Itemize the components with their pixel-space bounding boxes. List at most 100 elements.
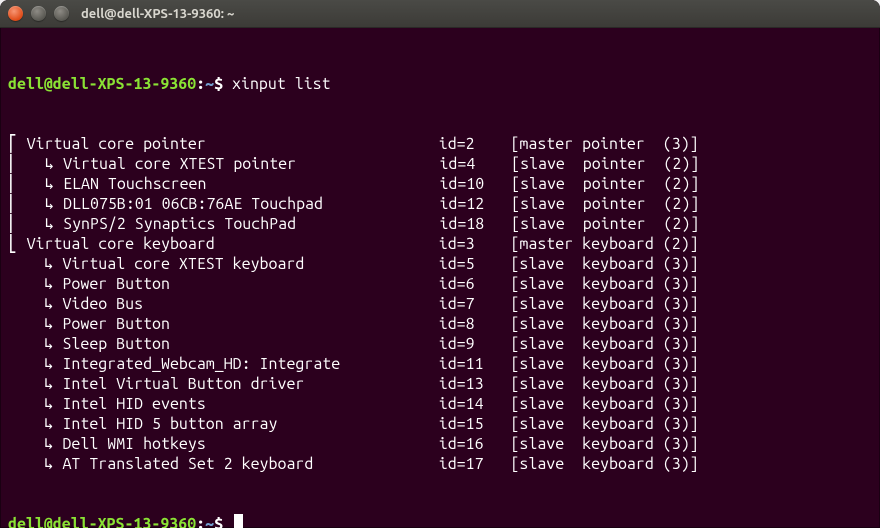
device-row: ↳ Intel HID events id=14 [slave keyboard… xyxy=(8,394,872,414)
device-name: Power Button xyxy=(62,314,438,334)
titlebar: dell@dell-XPS-13-9360: ~ xyxy=(0,0,880,28)
device-meta: [slave keyboard (3)] xyxy=(510,414,698,434)
terminal-window: dell@dell-XPS-13-9360: ~ dell@dell-XPS-1… xyxy=(0,0,880,528)
device-meta: [slave keyboard (3)] xyxy=(510,374,698,394)
device-meta: [slave keyboard (3)] xyxy=(510,394,698,414)
minimize-icon[interactable] xyxy=(31,6,46,21)
device-row: ⎜ ↳ ELAN Touchscreen id=10 [slave pointe… xyxy=(8,174,872,194)
device-name: Power Button xyxy=(62,274,438,294)
cursor-icon xyxy=(234,514,243,528)
device-id: id=17 xyxy=(439,454,511,474)
prompt-path: ~ xyxy=(205,75,214,93)
device-meta: [slave pointer (2)] xyxy=(511,194,699,214)
device-name: Dell WMI hotkeys xyxy=(62,434,438,454)
device-meta: [slave keyboard (3)] xyxy=(510,274,698,294)
device-meta: [master keyboard (2)] xyxy=(510,234,698,254)
device-name: Intel HID 5 button array xyxy=(62,414,438,434)
device-id: id=13 xyxy=(439,374,511,394)
device-name: Intel Virtual Button driver xyxy=(62,374,438,394)
device-meta: [slave keyboard (3)] xyxy=(510,354,698,374)
tree-glyph: ⎜ ↳ xyxy=(8,154,63,174)
tree-glyph: ⎡ xyxy=(8,134,27,154)
prompt-sep: : xyxy=(196,75,205,93)
tree-glyph: ↳ xyxy=(8,374,62,394)
device-row: ⎣ Virtual core keyboard id=3 [master key… xyxy=(8,234,872,254)
tree-glyph: ⎜ ↳ xyxy=(8,214,63,234)
device-name: ELAN Touchscreen xyxy=(63,174,439,194)
device-row: ⎜ ↳ Virtual core XTEST pointer id=4 [sla… xyxy=(8,154,872,174)
command-output: ⎡ Virtual core pointer id=2 [master poin… xyxy=(8,134,872,474)
device-name: SynPS/2 Synaptics TouchPad xyxy=(63,214,439,234)
device-row: ⎡ Virtual core pointer id=2 [master poin… xyxy=(8,134,872,154)
device-id: id=14 xyxy=(439,394,511,414)
device-meta: [slave keyboard (3)] xyxy=(510,334,698,354)
device-name: Integrated_Webcam_HD: Integrate xyxy=(62,354,438,374)
prompt-userhost: dell@dell-XPS-13-9360 xyxy=(8,75,196,93)
device-row: ↳ Integrated_Webcam_HD: Integrate id=11 … xyxy=(8,354,872,374)
tree-glyph: ↳ xyxy=(8,274,62,294)
device-row: ⎜ ↳ SynPS/2 Synaptics TouchPad id=18 [sl… xyxy=(8,214,872,234)
device-id: id=15 xyxy=(439,414,511,434)
device-row: ↳ Intel HID 5 button array id=15 [slave … xyxy=(8,414,872,434)
device-row: ↳ Intel Virtual Button driver id=13 [sla… xyxy=(8,374,872,394)
maximize-icon[interactable] xyxy=(54,6,69,21)
tree-glyph: ↳ xyxy=(8,314,62,334)
device-meta: [slave keyboard (3)] xyxy=(510,254,698,274)
device-name: Video Bus xyxy=(62,294,438,314)
device-name: DLL075B:01 06CB:76AE Touchpad xyxy=(63,194,439,214)
tree-glyph: ↳ xyxy=(8,254,62,274)
terminal-body[interactable]: dell@dell-XPS-13-9360:~$ xinput list ⎡ V… xyxy=(0,28,880,528)
device-id: id=6 xyxy=(439,274,511,294)
device-id: id=3 xyxy=(439,234,511,254)
prompt-sep: : xyxy=(196,515,205,528)
device-name: Virtual core pointer xyxy=(27,134,439,154)
device-id: id=7 xyxy=(439,294,511,314)
tree-glyph: ↳ xyxy=(8,434,62,454)
device-id: id=9 xyxy=(439,334,511,354)
prompt-suffix: $ xyxy=(214,515,232,528)
device-id: id=5 xyxy=(439,254,511,274)
tree-glyph: ⎜ ↳ xyxy=(8,194,63,214)
device-name: Intel HID events xyxy=(62,394,438,414)
device-row: ↳ Power Button id=8 [slave keyboard (3)] xyxy=(8,314,872,334)
device-name: Sleep Button xyxy=(62,334,438,354)
device-id: id=10 xyxy=(439,174,511,194)
device-row: ⎜ ↳ DLL075B:01 06CB:76AE Touchpad id=12 … xyxy=(8,194,872,214)
device-row: ↳ Virtual core XTEST keyboard id=5 [slav… xyxy=(8,254,872,274)
prompt-line: dell@dell-XPS-13-9360:~$ xinput list xyxy=(8,74,872,94)
device-id: id=4 xyxy=(439,154,511,174)
device-row: ↳ AT Translated Set 2 keyboard id=17 [sl… xyxy=(8,454,872,474)
tree-glyph: ⎜ ↳ xyxy=(8,174,63,194)
device-row: ↳ Video Bus id=7 [slave keyboard (3)] xyxy=(8,294,872,314)
command-text: xinput list xyxy=(232,75,331,93)
device-meta: [slave keyboard (3)] xyxy=(510,454,698,474)
device-name: Virtual core XTEST keyboard xyxy=(62,254,438,274)
device-id: id=16 xyxy=(439,434,511,454)
device-row: ↳ Power Button id=6 [slave keyboard (3)] xyxy=(8,274,872,294)
device-id: id=2 xyxy=(439,134,511,154)
tree-glyph: ↳ xyxy=(8,334,62,354)
window-title: dell@dell-XPS-13-9360: ~ xyxy=(81,7,234,21)
device-meta: [master pointer (3)] xyxy=(510,134,698,154)
device-row: ↳ Sleep Button id=9 [slave keyboard (3)] xyxy=(8,334,872,354)
device-meta: [slave pointer (2)] xyxy=(511,154,699,174)
prompt-userhost: dell@dell-XPS-13-9360 xyxy=(8,515,196,528)
tree-glyph: ↳ xyxy=(8,294,62,314)
device-row: ↳ Dell WMI hotkeys id=16 [slave keyboard… xyxy=(8,434,872,454)
device-meta: [slave pointer (2)] xyxy=(511,174,699,194)
tree-glyph: ⎣ xyxy=(8,234,27,254)
tree-glyph: ↳ xyxy=(8,354,62,374)
device-meta: [slave pointer (2)] xyxy=(511,214,699,234)
device-id: id=12 xyxy=(439,194,511,214)
device-id: id=11 xyxy=(439,354,511,374)
device-id: id=8 xyxy=(439,314,511,334)
tree-glyph: ↳ xyxy=(8,414,62,434)
prompt-path: ~ xyxy=(205,515,214,528)
prompt-suffix: $ xyxy=(214,75,232,93)
device-id: id=18 xyxy=(439,214,511,234)
close-icon[interactable] xyxy=(8,6,23,21)
device-name: Virtual core keyboard xyxy=(27,234,439,254)
device-meta: [slave keyboard (3)] xyxy=(510,294,698,314)
device-meta: [slave keyboard (3)] xyxy=(510,314,698,334)
device-name: AT Translated Set 2 keyboard xyxy=(62,454,438,474)
